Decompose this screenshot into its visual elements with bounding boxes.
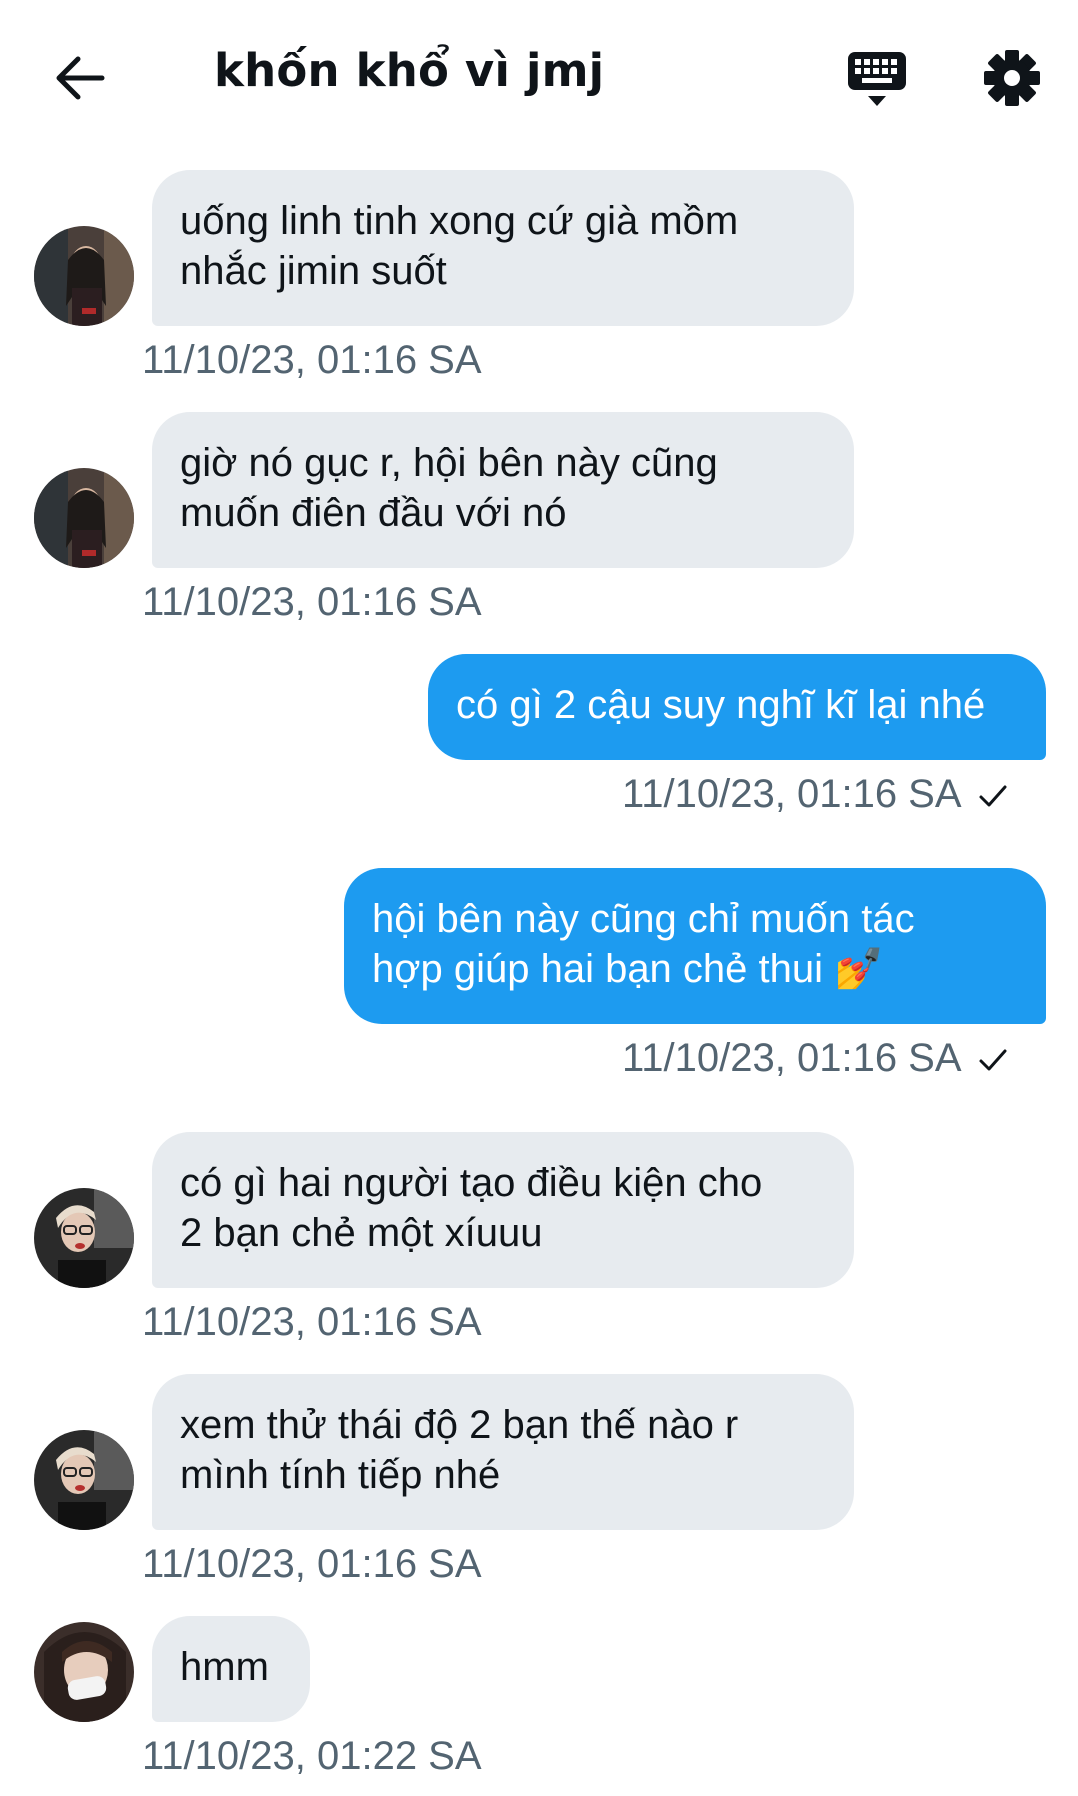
message-text-line: có gì 2 cậu suy nghĩ kĩ lại nhé — [456, 683, 986, 727]
message-timestamp-row: 11/10/23, 01:16 SA — [622, 772, 1008, 817]
message-text-line: hmm — [180, 1645, 269, 1689]
avatar[interactable] — [34, 226, 134, 326]
check-icon — [979, 785, 1007, 807]
keyboard-icon — [848, 52, 906, 106]
message-text-line: nhắc jimin suốt — [180, 249, 447, 293]
nail-polish-emoji: 💅 — [834, 947, 884, 991]
message-text-line: 2 bạn chẻ một xíuuu — [180, 1211, 543, 1255]
message-text-line: giờ nó gục r, hội bên này cũng — [180, 441, 718, 485]
dm-conversation-screen: khốn khổ vì jmj uống linh tinh xong cứ g… — [0, 0, 1078, 1796]
message-text-line: xem thử thái độ 2 bạn thế nào r — [180, 1403, 739, 1447]
message-timestamp: 11/10/23, 01:16 SA — [142, 1542, 482, 1586]
message-timestamp: 11/10/23, 01:16 SA — [622, 772, 962, 816]
avatar[interactable] — [34, 1430, 134, 1530]
message-text-line: hội bên này cũng chỉ muốn tác — [372, 897, 915, 941]
keyboard-toggle-button[interactable] — [840, 44, 914, 116]
message-text-line: có gì hai người tạo điều kiện cho — [180, 1161, 763, 1205]
gear-icon — [984, 50, 1040, 106]
message-text-line: uống linh tinh xong cứ già mồm — [180, 199, 739, 243]
outgoing-message-bubble[interactable]: hội bên này cũng chỉ muốn tác hợp giúp h… — [344, 868, 1046, 1024]
check-icon — [979, 1049, 1007, 1071]
conversation-header: khốn khổ vì jmj — [0, 0, 1078, 150]
incoming-message-bubble[interactable]: uống linh tinh xong cứ già mồm nhắc jimi… — [152, 170, 854, 326]
avatar[interactable] — [34, 1188, 134, 1288]
message-text-line: mình tính tiếp nhé — [180, 1453, 501, 1497]
incoming-message-bubble[interactable]: hmm — [152, 1616, 310, 1722]
message-timestamp: 11/10/23, 01:16 SA — [622, 1036, 962, 1080]
message-text-line: hợp giúp hai bạn chẻ thui 💅 — [372, 944, 1016, 994]
back-button[interactable] — [44, 42, 116, 114]
avatar-photo-icon — [34, 1622, 134, 1722]
avatar-photo-icon — [34, 468, 134, 568]
message-text: hợp giúp hai bạn chẻ thui — [372, 947, 824, 991]
incoming-message-bubble[interactable]: giờ nó gục r, hội bên này cũng muốn điên… — [152, 412, 854, 568]
incoming-message-bubble[interactable]: xem thử thái độ 2 bạn thế nào r mình tín… — [152, 1374, 854, 1530]
message-text-line: muốn điên đầu với nó — [180, 491, 567, 535]
arrow-left-icon — [56, 56, 105, 100]
avatar-photo-icon — [34, 226, 134, 326]
avatar-photo-icon — [34, 1430, 134, 1530]
message-timestamp-row: 11/10/23, 01:16 SA — [622, 1036, 1008, 1081]
incoming-message-bubble[interactable]: có gì hai người tạo điều kiện cho 2 bạn … — [152, 1132, 854, 1288]
message-timestamp: 11/10/23, 01:16 SA — [142, 338, 482, 382]
message-timestamp: 11/10/23, 01:16 SA — [142, 1300, 482, 1344]
message-timestamp: 11/10/23, 01:16 SA — [142, 580, 482, 624]
conversation-title[interactable]: khốn khổ vì jmj — [214, 44, 604, 97]
settings-button[interactable] — [976, 42, 1048, 114]
outgoing-message-bubble[interactable]: có gì 2 cậu suy nghĩ kĩ lại nhé — [428, 654, 1046, 760]
avatar-photo-icon — [34, 1188, 134, 1288]
avatar[interactable] — [34, 468, 134, 568]
message-timestamp: 11/10/23, 01:22 SA — [142, 1734, 482, 1778]
avatar[interactable] — [34, 1622, 134, 1722]
